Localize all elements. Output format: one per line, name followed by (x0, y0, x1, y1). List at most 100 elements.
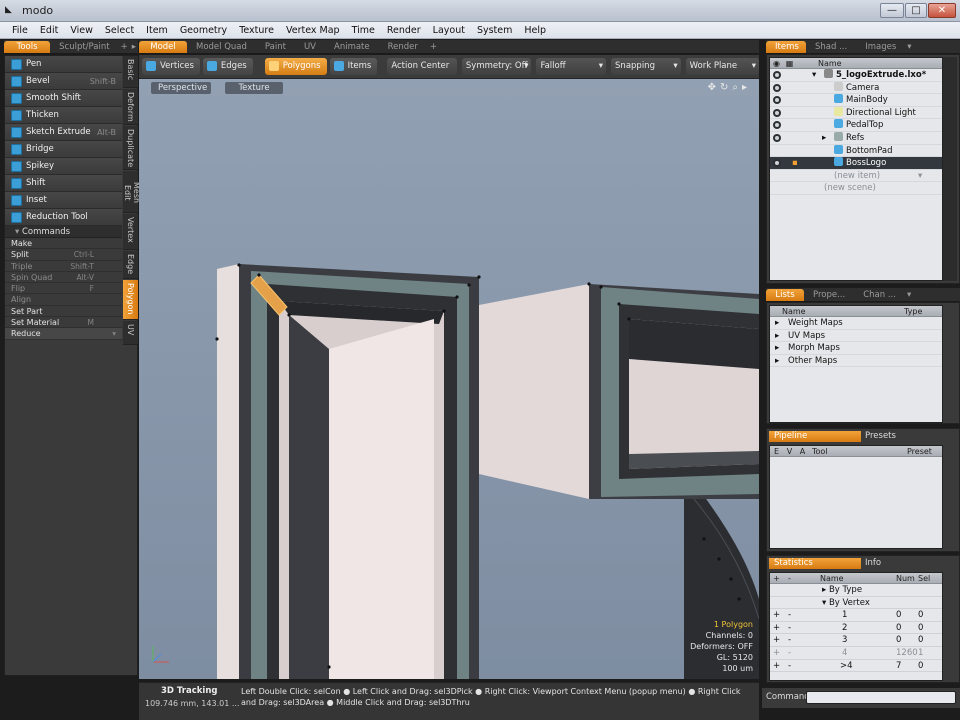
collapsed-arrow-icon[interactable]: ▸ (822, 132, 826, 145)
eye-icon[interactable] (773, 121, 781, 130)
tool-thicken[interactable]: Thicken (5, 107, 122, 124)
remove-from-selection-button[interactable]: - (783, 647, 796, 659)
cmd-set-material[interactable]: Set Material M (5, 317, 122, 329)
tab-tools[interactable]: Tools (4, 40, 51, 53)
tool-shift[interactable]: Shift (5, 175, 122, 192)
add-to-selection-button[interactable]: + (770, 660, 783, 672)
tab-images[interactable]: Images (856, 41, 905, 53)
add-to-selection-button[interactable]: + (770, 634, 783, 646)
cmd-triple[interactable]: Triple Shift-T (5, 261, 122, 272)
shading-dropdown[interactable]: Texture (225, 82, 283, 94)
tab-animate[interactable]: Animate (325, 41, 379, 53)
tool-inset[interactable]: Inset (5, 192, 122, 209)
lock-icon[interactable]: ▪ (792, 157, 798, 170)
minimize-button[interactable]: — (880, 3, 904, 18)
menu-system[interactable]: System (471, 25, 518, 36)
cmd-split[interactable]: Split Ctrl-L (5, 249, 122, 261)
add-to-selection-button[interactable]: + (770, 609, 783, 621)
cmd-reduce-dropdown[interactable]: Reduce ▾ (5, 328, 122, 340)
tab-properties[interactable]: Prope... (804, 289, 854, 301)
zoom-icon[interactable]: ⌕ (732, 82, 742, 93)
tab-info[interactable]: Info (865, 558, 881, 568)
list-item-weight-maps[interactable]: ▸ Weight Maps (770, 317, 942, 330)
expand-arrow-icon[interactable]: ▸ (775, 330, 779, 343)
stat-row-by-vertex[interactable]: ▾ By Vertex (770, 597, 942, 610)
tab-uv[interactable]: UV (295, 41, 325, 53)
rotate-icon[interactable]: ↻ (720, 82, 732, 93)
tree-row-pedaltop[interactable]: PedalTop (770, 119, 942, 132)
tab-items[interactable]: Items (766, 40, 806, 53)
stat-row-by-type[interactable]: ▸ By Type (770, 584, 942, 597)
menu-time[interactable]: Time (346, 25, 381, 36)
tab-menu-arrow[interactable]: ▸ (130, 41, 138, 53)
menu-select[interactable]: Select (99, 25, 140, 36)
tree-row-scene[interactable]: ▾ 5_logoExtrude.lxo* (770, 69, 942, 82)
command-input[interactable] (806, 691, 956, 704)
tab-shader-tree[interactable]: Shad ... (806, 41, 856, 53)
cmd-make[interactable]: Make (5, 238, 122, 250)
add-to-selection-button[interactable]: + (770, 622, 783, 634)
action-center-dropdown[interactable]: Action Center (387, 58, 457, 75)
tool-bridge[interactable]: Bridge (5, 141, 122, 158)
tree-row-bosslogo[interactable]: ▪ BossLogo (770, 157, 942, 170)
edges-mode-button[interactable]: Edges (202, 58, 253, 75)
tab-channels[interactable]: Chan ... (854, 289, 905, 301)
vtab-basic[interactable]: Basic (123, 56, 138, 88)
tab-model[interactable]: Model (139, 40, 187, 53)
expand-arrow-icon[interactable]: ▸ (775, 342, 779, 355)
tab-menu-arrow[interactable]: ▾ (905, 41, 913, 53)
eye-icon[interactable] (773, 83, 781, 92)
falloff-dropdown[interactable]: Falloff ▾ (536, 58, 607, 75)
expand-arrow-icon[interactable]: ▾ (812, 69, 816, 82)
tab-add[interactable]: + (119, 41, 130, 53)
stat-row-gt4[interactable]: + - >4 7 0 (770, 660, 942, 673)
vtab-polygon[interactable]: Polygon (123, 280, 138, 320)
remove-from-selection-button[interactable]: - (783, 622, 796, 634)
tool-smooth-shift[interactable]: Smooth Shift (5, 90, 122, 107)
tree-row-new-item[interactable]: (new item) ▾ (770, 170, 942, 183)
tab-presets[interactable]: Presets (865, 431, 896, 441)
vtab-mesh-edit[interactable]: Mesh Edit (123, 171, 141, 213)
tree-row-refs[interactable]: ▸ Refs (770, 131, 942, 145)
items-mode-button[interactable]: Items (329, 58, 378, 75)
vtab-duplicate[interactable]: Duplicate (123, 126, 138, 170)
dropdown-arrow-icon[interactable]: ▾ (918, 170, 922, 183)
menu-edit[interactable]: Edit (34, 25, 64, 36)
menu-vertex-map[interactable]: Vertex Map (280, 25, 346, 36)
tree-row-new-scene[interactable]: (new scene) (770, 182, 942, 195)
eye-icon[interactable] (773, 108, 781, 117)
tool-reduction[interactable]: Reduction Tool (5, 209, 122, 226)
tab-pipeline[interactable]: Pipeline (769, 431, 861, 442)
vtab-edge[interactable]: Edge (123, 251, 138, 279)
eye-icon[interactable] (773, 96, 781, 105)
add-to-selection-button[interactable]: + (770, 647, 783, 659)
eye-icon[interactable] (773, 71, 781, 79)
tool-sketch-extrude[interactable]: Sketch Extrude Alt-B (5, 124, 122, 141)
remove-from-selection-button[interactable]: - (783, 634, 796, 646)
close-button[interactable]: ✕ (928, 3, 956, 18)
tab-lists[interactable]: Lists (766, 288, 804, 301)
cmd-flip[interactable]: Flip F (5, 283, 122, 295)
stat-row-2[interactable]: + -2 0 0 (770, 622, 942, 635)
expand-arrow-icon[interactable]: ▸ (775, 355, 779, 368)
items-scrollbar[interactable] (943, 57, 957, 281)
remove-from-selection-button[interactable]: - (783, 609, 796, 621)
tab-menu-arrow[interactable]: ▾ (905, 289, 913, 301)
stat-row-1[interactable]: + -1 0 0 (770, 609, 942, 622)
cmd-align[interactable]: Align (5, 294, 122, 306)
tab-sculpt-paint[interactable]: Sculpt/Paint (50, 41, 118, 53)
menu-help[interactable]: Help (518, 25, 552, 36)
menu-texture[interactable]: Texture (233, 25, 280, 36)
stat-row-3[interactable]: + -3 0 0 (770, 634, 942, 647)
tab-render[interactable]: Render (379, 41, 427, 53)
eye-icon[interactable] (773, 159, 781, 168)
tab-add-layout[interactable]: + (427, 41, 440, 53)
menu-view[interactable]: View (64, 25, 99, 36)
vtab-vertex[interactable]: Vertex (123, 214, 138, 250)
tab-paint[interactable]: Paint (256, 41, 295, 53)
maximize-viewport-icon[interactable]: ▸ (742, 82, 751, 93)
commands-header[interactable]: ▾ Commands (5, 226, 122, 238)
vertices-mode-button[interactable]: Vertices (142, 58, 200, 75)
vtab-uv[interactable]: UV (123, 321, 138, 345)
eye-icon[interactable] (773, 133, 781, 142)
